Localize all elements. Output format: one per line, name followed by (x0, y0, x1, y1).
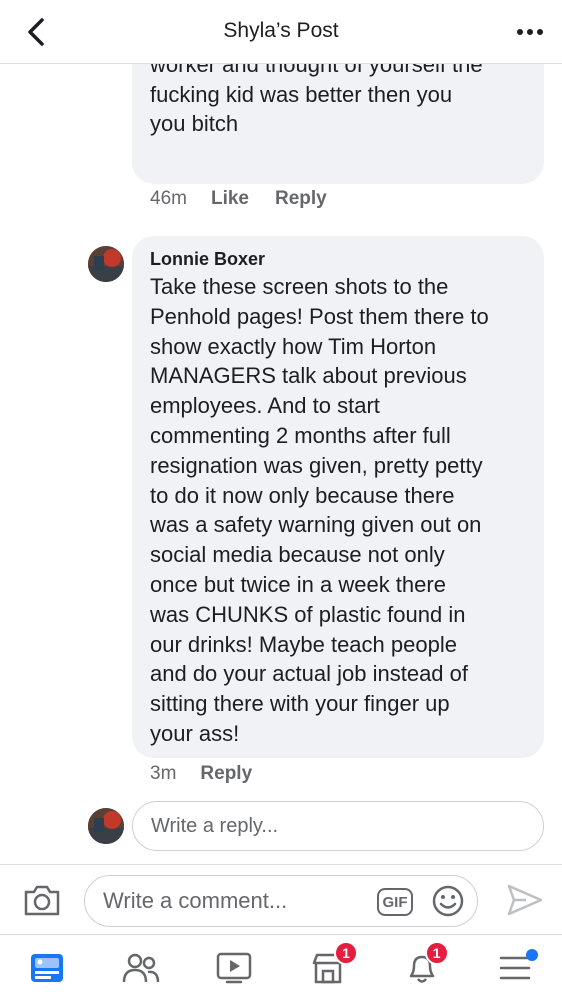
reply-placeholder: Write a reply... (151, 814, 279, 837)
notification-badge: 1 (424, 941, 449, 965)
avatar-image (88, 246, 124, 282)
bottom-nav: 1 1 (0, 934, 562, 1000)
avatar-image (88, 808, 124, 844)
like-link[interactable]: Like (211, 188, 249, 210)
comment-input[interactable]: Write a comment... GIF (84, 875, 478, 927)
comment-bubble[interactable]: Lonnie Boxer Take these screen shots to … (132, 236, 544, 758)
reply-input[interactable]: Write a reply... (132, 801, 544, 851)
reply-link[interactable]: Reply (200, 763, 252, 785)
nav-news-feed[interactable] (0, 935, 94, 1000)
comment-time: 46m (150, 188, 187, 209)
comment-author[interactable]: Lonnie Boxer (150, 246, 526, 272)
page-title: Shyla’s Post (223, 19, 339, 42)
nav-friends[interactable] (94, 935, 188, 1000)
comment-meta: 3m Reply (150, 763, 278, 785)
comment-meta: 46m Like Reply (150, 188, 353, 210)
send-icon (507, 884, 543, 916)
watch-icon (216, 952, 252, 983)
nav-marketplace[interactable]: 1 (281, 935, 375, 1000)
emoji-button[interactable] (431, 884, 465, 918)
camera-button[interactable] (22, 882, 62, 918)
comment-text: Take these screen shots to the Penhold p… (150, 274, 489, 746)
gif-label: GIF (382, 893, 408, 911)
nav-menu[interactable] (468, 935, 562, 1000)
avatar (88, 808, 124, 844)
more-button[interactable] (512, 16, 548, 48)
friends-icon (122, 953, 159, 982)
comment-time: 3m (150, 763, 177, 784)
nav-notifications[interactable]: 1 (375, 935, 469, 1000)
nav-watch[interactable] (187, 935, 281, 1000)
news-feed-icon (30, 953, 63, 982)
smiley-icon (432, 885, 464, 917)
send-button[interactable] (506, 883, 544, 917)
avatar[interactable] (88, 246, 124, 282)
camera-icon (24, 885, 60, 916)
more-horizontal-icon (517, 29, 543, 35)
gif-button[interactable]: GIF (377, 888, 413, 916)
comment-bubble[interactable]: hated you cause you were a shit worker a… (132, 64, 544, 184)
reply-link[interactable]: Reply (275, 188, 327, 210)
comment-composer: Write a comment... GIF (0, 864, 562, 934)
menu-dot-badge (526, 949, 539, 961)
comment-text: hated you cause you were a shit worker a… (150, 64, 483, 137)
notification-badge: 1 (334, 941, 359, 965)
comment-placeholder: Write a comment... (103, 888, 288, 913)
top-bar: Shyla’s Post (0, 0, 562, 64)
comment-thread: hated you cause you were a shit worker a… (0, 64, 562, 864)
